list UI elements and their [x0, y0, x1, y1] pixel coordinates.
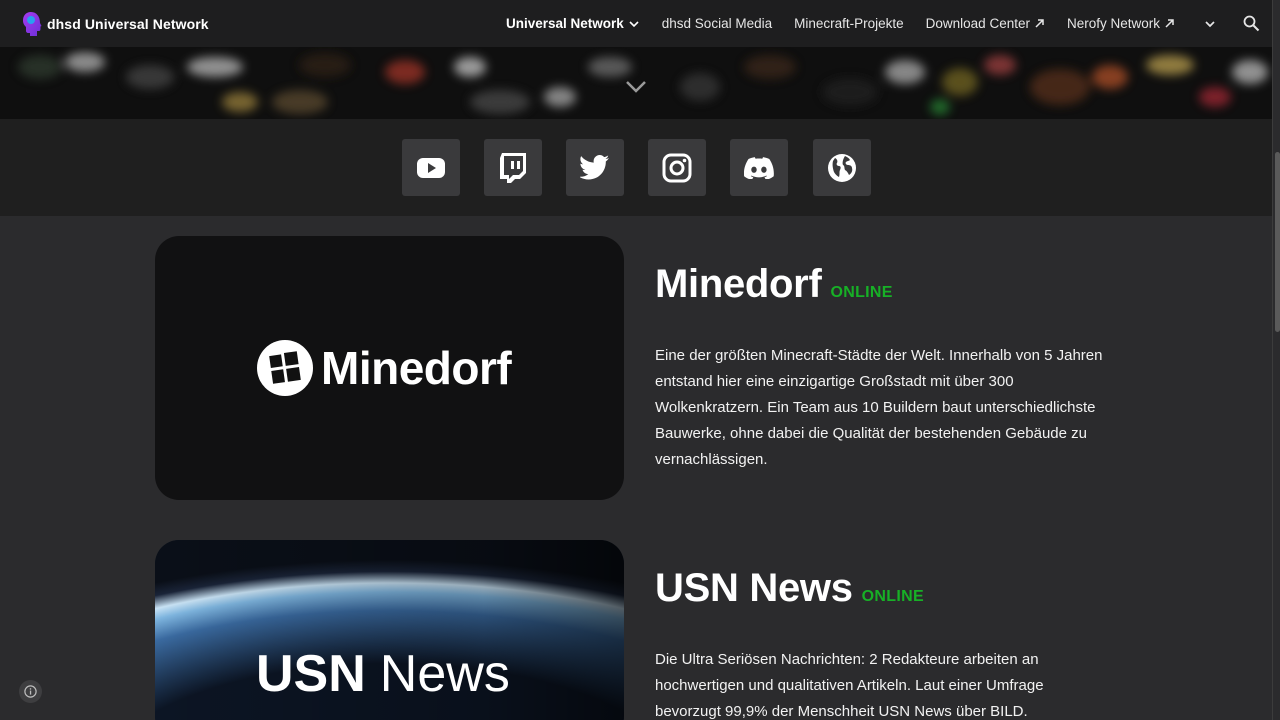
youtube-button[interactable]	[402, 139, 460, 196]
hero-banner	[0, 47, 1272, 119]
nav-item-download-center[interactable]: Download Center	[926, 16, 1045, 31]
site-brand[interactable]: dhsd Universal Network	[22, 11, 209, 37]
twitter-button[interactable]	[566, 139, 624, 196]
project-title: USN News	[655, 566, 853, 610]
nav-item-social-media[interactable]: dhsd Social Media	[662, 16, 772, 31]
site-info-button[interactable]	[19, 680, 42, 703]
usn-news-card-image[interactable]: USN News	[155, 540, 624, 720]
usn-news-heading: USN News ONLINE	[655, 566, 924, 611]
nav-item-minecraft-projekte[interactable]: Minecraft-Projekte	[794, 16, 904, 31]
info-icon	[24, 685, 37, 698]
search-button[interactable]	[1239, 15, 1260, 32]
instagram-button[interactable]	[648, 139, 706, 196]
discord-button[interactable]	[730, 139, 788, 196]
external-link-icon	[1035, 19, 1044, 28]
minedorf-logo-text: Minedorf	[321, 342, 512, 394]
minedorf-window-icon	[257, 340, 313, 396]
social-media-strip	[0, 119, 1272, 216]
nav-item-label: Download Center	[925, 16, 1030, 31]
head-silhouette-logo	[22, 11, 42, 37]
external-link-icon	[1165, 19, 1174, 28]
site-title: dhsd Universal Network	[47, 16, 209, 32]
nav-item-label: dhsd Social Media	[661, 16, 773, 31]
twitch-button[interactable]	[484, 139, 542, 196]
minedorf-heading: Minedorf ONLINE	[655, 262, 893, 307]
chevron-down-icon[interactable]	[625, 80, 647, 94]
main-nav: Universal Network dhsd Social Media Mine…	[506, 0, 1272, 47]
instagram-icon	[662, 153, 692, 182]
project-description: Eine der größten Minecraft-Städte der We…	[655, 347, 1103, 468]
page-scrollbar[interactable]	[1272, 0, 1280, 720]
website-button[interactable]	[813, 139, 871, 196]
youtube-icon	[417, 157, 445, 178]
twitch-icon	[500, 152, 526, 183]
twitter-icon	[580, 155, 609, 180]
search-icon	[1243, 15, 1260, 32]
nav-item-universal-network[interactable]: Universal Network	[506, 16, 640, 31]
nav-more-button[interactable]	[1199, 17, 1217, 31]
project-title: Minedorf	[655, 262, 822, 306]
status-badge: ONLINE	[861, 588, 924, 605]
nav-item-label: Universal Network	[505, 16, 624, 31]
nav-item-nerofy-network[interactable]: Nerofy Network	[1067, 16, 1175, 31]
chevron-down-icon	[629, 20, 639, 27]
minedorf-logo: Minedorf	[257, 340, 512, 396]
discord-icon	[744, 156, 774, 179]
minedorf-card-image[interactable]: Minedorf	[155, 236, 624, 500]
top-navigation-bar: dhsd Universal Network Universal Network…	[0, 0, 1272, 47]
chevron-down-icon	[1205, 20, 1215, 27]
nav-item-label: Nerofy Network	[1066, 16, 1160, 31]
usn-logo-bold: USN	[256, 645, 366, 703]
usn-logo-light: News	[379, 645, 510, 703]
usn-news-logo: USN News	[256, 644, 510, 704]
nav-item-label: Minecraft-Projekte	[794, 16, 904, 31]
project-description: Die Ultra Seriösen Nachrichten: 2 Redakt…	[655, 651, 1044, 720]
scrollbar-thumb[interactable]	[1275, 152, 1280, 332]
globe-icon	[828, 153, 856, 182]
status-badge: ONLINE	[830, 284, 893, 301]
